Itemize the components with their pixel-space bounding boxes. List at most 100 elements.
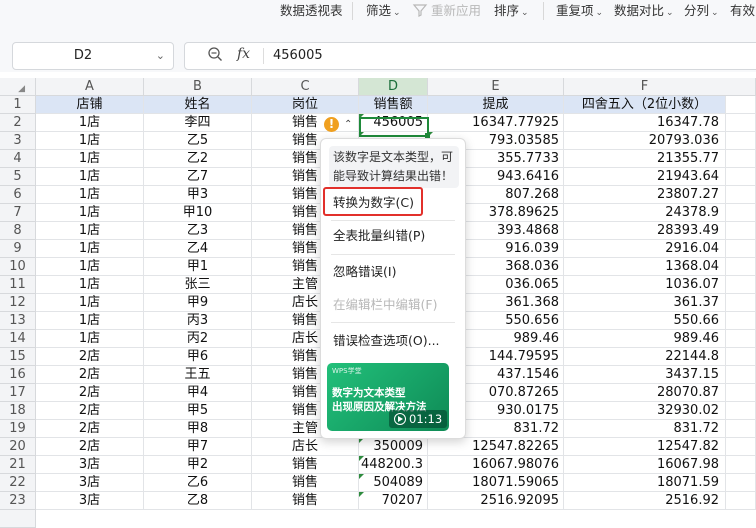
cell-a[interactable]: 1店 (36, 186, 144, 204)
empty-cell[interactable] (722, 204, 756, 222)
cell-a[interactable]: 2店 (36, 402, 144, 420)
select-all-corner[interactable]: ◢ (0, 78, 36, 96)
cell-b[interactable]: 乙5 (144, 132, 252, 150)
cell-b[interactable]: 乙8 (144, 492, 252, 510)
cell-f[interactable]: 20793.036 (564, 132, 726, 150)
cell-f[interactable]: 989.46 (564, 330, 726, 348)
validation-button[interactable]: 有效 (730, 0, 755, 22)
cell-f[interactable]: 12547.82 (564, 438, 726, 456)
cell-c[interactable]: 销售 (252, 456, 359, 474)
cell-b[interactable]: 甲1 (144, 258, 252, 276)
cell-a[interactable]: 3店 (36, 474, 144, 492)
row-header[interactable]: 17 (0, 384, 36, 402)
cell-a[interactable]: 1店 (36, 150, 144, 168)
header-cell[interactable]: 四舍五入（2位小数） (564, 96, 726, 114)
empty-cell[interactable] (722, 492, 756, 510)
tutorial-video-card[interactable]: WPS学堂 数字为文本类型 出现原因及解决方法 01:13 (327, 363, 449, 431)
cell-c[interactable]: 销售 (252, 474, 359, 492)
cell-b[interactable]: 甲4 (144, 384, 252, 402)
cell-f[interactable]: 21943.64 (564, 168, 726, 186)
row-header[interactable]: 18 (0, 402, 36, 420)
cell-f[interactable]: 23807.27 (564, 186, 726, 204)
cell-f[interactable]: 831.72 (564, 420, 726, 438)
cell-b[interactable]: 乙4 (144, 240, 252, 258)
column-header-g[interactable] (722, 78, 756, 96)
header-cell[interactable]: 岗位 (252, 96, 359, 114)
empty-cell[interactable] (722, 312, 756, 330)
empty-cell[interactable] (722, 168, 756, 186)
cell-a[interactable]: 1店 (36, 222, 144, 240)
row-header[interactable]: 1 (0, 96, 36, 114)
cell-f[interactable]: 28070.87 (564, 384, 726, 402)
row-header[interactable]: 15 (0, 348, 36, 366)
cell-d[interactable]: 70207 (359, 492, 428, 510)
row-header[interactable]: 7 (0, 204, 36, 222)
empty-cell[interactable] (722, 240, 756, 258)
empty-cell[interactable] (722, 96, 756, 114)
cell-e[interactable]: 12547.82265 (428, 438, 564, 456)
cell-d[interactable]: 504089 (359, 474, 428, 492)
cell-b[interactable]: 甲6 (144, 348, 252, 366)
cell-b[interactable]: 李四 (144, 114, 252, 132)
cell-b[interactable]: 甲10 (144, 204, 252, 222)
cell-a[interactable]: 1店 (36, 168, 144, 186)
cell-b[interactable]: 张三 (144, 276, 252, 294)
empty-cell[interactable] (722, 438, 756, 456)
cell-b[interactable]: 甲3 (144, 186, 252, 204)
cell-a[interactable]: 3店 (36, 456, 144, 474)
formula-input[interactable]: fx 456005 (184, 42, 756, 70)
cell-d[interactable]: 456005 (359, 114, 428, 132)
empty-cell[interactable] (722, 186, 756, 204)
zoom-icon[interactable] (207, 46, 223, 66)
menu-item-ignore-error[interactable]: 忽略错误(I) (333, 263, 396, 281)
cell-a[interactable]: 1店 (36, 294, 144, 312)
row-header[interactable]: 23 (0, 492, 36, 510)
cell-c[interactable]: 店长 (252, 438, 359, 456)
cell-e[interactable]: 18071.59065 (428, 474, 564, 492)
row-header[interactable]: 16 (0, 366, 36, 384)
filter-button[interactable]: 筛选 ⌄ (366, 0, 401, 22)
row-header[interactable]: 3 (0, 132, 36, 150)
cell-a[interactable]: 2店 (36, 366, 144, 384)
header-cell[interactable]: 姓名 (144, 96, 252, 114)
header-cell[interactable]: 提成 (428, 96, 564, 114)
cell-b[interactable]: 乙7 (144, 168, 252, 186)
name-box[interactable]: D2 ⌄ (12, 42, 174, 70)
cell-f[interactable]: 16067.98 (564, 456, 726, 474)
header-cell[interactable]: 销售额 (359, 96, 428, 114)
cell-a[interactable]: 1店 (36, 114, 144, 132)
cell-f[interactable]: 32930.02 (564, 402, 726, 420)
cell-a[interactable]: 1店 (36, 132, 144, 150)
empty-cell[interactable] (722, 330, 756, 348)
cell-f[interactable]: 3437.15 (564, 366, 726, 384)
empty-cell[interactable] (722, 258, 756, 276)
cell-f[interactable]: 2516.92 (564, 492, 726, 510)
empty-cell[interactable] (722, 456, 756, 474)
row-header[interactable]: 20 (0, 438, 36, 456)
chevron-down-icon[interactable]: ⌄ (156, 43, 165, 69)
cell-e[interactable]: 16347.77925 (428, 114, 564, 132)
row-header[interactable]: 10 (0, 258, 36, 276)
row-header[interactable]: 14 (0, 330, 36, 348)
cell-b[interactable]: 甲9 (144, 294, 252, 312)
cell-b[interactable]: 甲8 (144, 420, 252, 438)
empty-cell[interactable] (722, 402, 756, 420)
cell-f[interactable]: 1036.07 (564, 276, 726, 294)
cell-a[interactable]: 2店 (36, 384, 144, 402)
cell-a[interactable]: 2店 (36, 348, 144, 366)
empty-cell[interactable] (722, 276, 756, 294)
row-header[interactable]: 13 (0, 312, 36, 330)
cell-b[interactable]: 甲2 (144, 456, 252, 474)
sort-button[interactable]: 排序 ⌄ (494, 0, 529, 22)
cell-d[interactable]: 448200.3 (359, 456, 428, 474)
row-header[interactable]: 4 (0, 150, 36, 168)
cell-f[interactable]: 22144.8 (564, 348, 726, 366)
cell-f[interactable]: 28393.49 (564, 222, 726, 240)
cell-f[interactable]: 1368.04 (564, 258, 726, 276)
row-header[interactable]: 12 (0, 294, 36, 312)
cell-f[interactable]: 24378.9 (564, 204, 726, 222)
row-header[interactable]: 22 (0, 474, 36, 492)
cell-f[interactable]: 21355.77 (564, 150, 726, 168)
cell-a[interactable]: 1店 (36, 258, 144, 276)
cell-d[interactable]: 350009 (359, 438, 428, 456)
